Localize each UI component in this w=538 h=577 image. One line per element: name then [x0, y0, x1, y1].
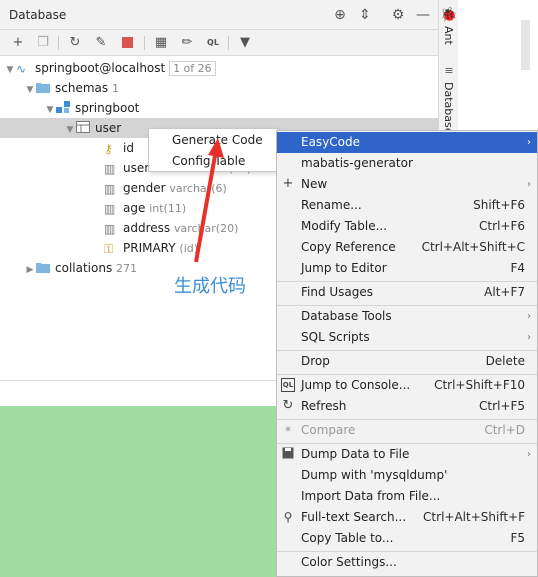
annotation-arrow — [194, 138, 224, 263]
annotation-text: 生成代码 — [174, 276, 246, 297]
